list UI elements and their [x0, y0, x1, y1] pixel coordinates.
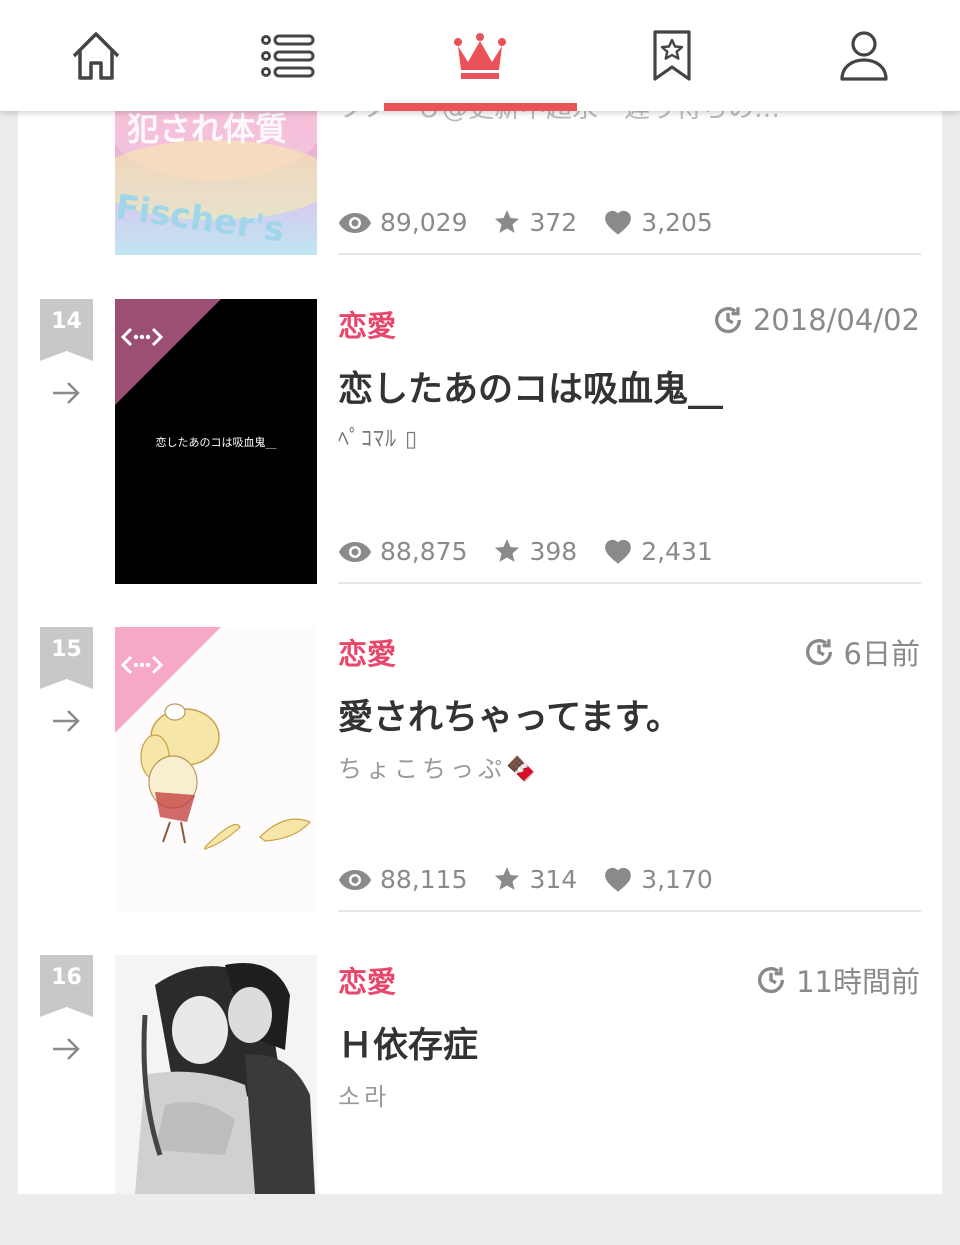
star-icon [495, 867, 520, 890]
heart-icon [605, 867, 632, 892]
novel-title[interactable]: Ｈ依存症 [338, 1017, 478, 1068]
rank-number: 16 [51, 965, 82, 990]
like-count: 3,205 [641, 208, 713, 237]
crown-icon [454, 32, 506, 79]
author-name[interactable]: 소라 [338, 1077, 390, 1112]
rank-badge: 15 [40, 627, 93, 689]
cover-image[interactable] [115, 627, 317, 912]
eye-icon [339, 212, 371, 233]
bookmark-star-icon [653, 29, 691, 81]
arrow-right-icon [53, 382, 80, 404]
list-item[interactable]: 16 恋愛 11時間前 Ｈ依存症 소라 [0, 955, 960, 1245]
stats-row: 88,115 314 3,170 [338, 865, 739, 894]
star-count: 398 [529, 537, 578, 566]
history-icon [805, 639, 832, 666]
view-count: 88,115 [380, 865, 468, 894]
eye-icon [339, 869, 371, 890]
active-tab-indicator [384, 103, 577, 111]
divider [338, 253, 921, 255]
updated-date: 6日前 [802, 631, 920, 673]
rank-badge: 14 [40, 299, 93, 361]
divider [338, 910, 921, 912]
novel-title[interactable]: 恋したあのコは吸血鬼__ [338, 361, 723, 412]
author-name[interactable]: ちょこちっぷ🍫 [338, 749, 540, 784]
like-count: 3,170 [641, 865, 713, 894]
nav-bookmark[interactable] [576, 0, 768, 111]
rank-badge: 16 [40, 955, 93, 1017]
author-name[interactable]: ﾍﾟｺﾏﾙ ▯ [338, 421, 418, 453]
nav-home[interactable] [0, 0, 192, 111]
nav-ranking[interactable] [384, 0, 576, 111]
cover-caption: 恋したあのコは吸血鬼__ [156, 435, 277, 449]
list-item[interactable]: 15 恋愛 6日前 愛されちゃってます。 ちょこちっぷ🍫 88,115 314 … [0, 627, 960, 917]
view-count: 89,029 [380, 208, 468, 237]
stats-row: 89,029 372 3,205 [338, 208, 739, 237]
star-icon [495, 210, 520, 233]
heart-icon [605, 539, 632, 564]
novel-title[interactable]: 愛されちゃってます。 [338, 689, 681, 740]
user-icon [840, 30, 888, 81]
heart-icon [605, 210, 632, 235]
history-icon [758, 967, 785, 994]
svg-text:犯され体質: 犯され体質 [127, 110, 287, 148]
date-text: 2018/04/02 [752, 303, 920, 337]
top-navigation-bar [0, 0, 960, 111]
list-icon [261, 34, 315, 77]
rank-number: 14 [51, 309, 82, 334]
arrow-right-icon [53, 1038, 80, 1060]
rank-number: 15 [51, 637, 82, 662]
date-text: 6日前 [843, 637, 920, 671]
date-text: 11時間前 [796, 965, 920, 999]
genre-label[interactable]: 恋愛 [338, 303, 396, 345]
list-item[interactable]: 14 恋したあのコは吸血鬼__ 恋愛 2018/04/02 恋したあのコは吸血鬼… [0, 299, 960, 589]
cover-image[interactable]: 恋したあのコは吸血鬼__ [115, 299, 317, 584]
nav-profile[interactable] [768, 0, 960, 111]
history-icon [714, 307, 741, 334]
star-count: 314 [529, 865, 578, 894]
like-count: 2,431 [641, 537, 713, 566]
home-icon [72, 31, 120, 80]
divider [338, 582, 921, 584]
arrow-right-icon [53, 710, 80, 732]
genre-label[interactable]: 恋愛 [338, 959, 396, 1001]
updated-date: 11時間前 [754, 959, 920, 1001]
nav-list[interactable] [192, 0, 384, 111]
genre-label[interactable]: 恋愛 [338, 631, 396, 673]
stats-row: 88,875 398 2,431 [338, 537, 739, 566]
view-count: 88,875 [380, 537, 468, 566]
star-count: 372 [529, 208, 578, 237]
eye-icon [339, 541, 371, 562]
cover-image[interactable] [115, 955, 317, 1194]
star-icon [495, 539, 520, 562]
updated-date: 2018/04/02 [711, 303, 920, 337]
